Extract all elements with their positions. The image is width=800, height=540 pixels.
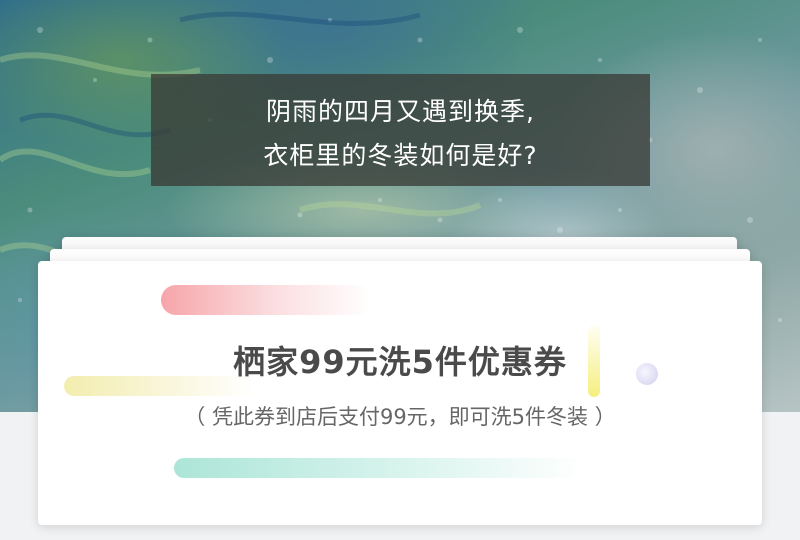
coupon-subline: （ 凭此券到店后支付99元，即可洗5件冬装 ）: [184, 405, 616, 429]
coupon-headline: 栖家99元洗5件优惠券: [233, 343, 567, 381]
hero-title-line-1: 阴雨的四月又遇到换季,: [266, 97, 535, 126]
hero-title-box: 阴雨的四月又遇到换季, 衣柜里的冬装如何是好?: [151, 74, 650, 186]
coupon-card[interactable]: 栖家99元洗5件优惠券 （ 凭此券到店后支付99元，即可洗5件冬装 ）: [38, 261, 762, 525]
decor-pink-stroke: [161, 285, 371, 315]
hero-title-line-2: 衣柜里的冬装如何是好?: [263, 141, 538, 170]
decor-mint-stroke: [174, 458, 584, 478]
